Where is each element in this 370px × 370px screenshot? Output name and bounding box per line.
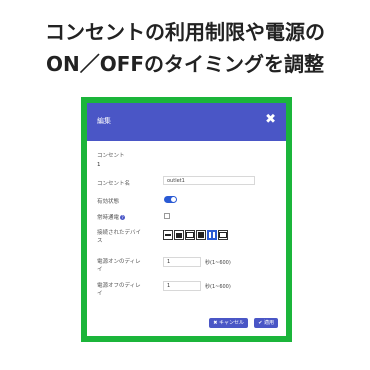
- on-delay-unit: 秒(1~600): [205, 260, 231, 266]
- device-label-line-2: ス: [97, 238, 103, 244]
- screenshot-frame: 編集 ✖ コンセント 1 コンセント名 outlet1 有効状態 常時通電? 接…: [81, 97, 292, 342]
- outlet-value: 1: [97, 162, 101, 168]
- outlet-name-label: コンセント名: [97, 181, 131, 187]
- dialog-header: 編集 ✖: [87, 103, 286, 141]
- outlet-label: コンセント: [97, 153, 125, 159]
- apply-button[interactable]: ✔ 適用: [254, 318, 278, 328]
- close-icon[interactable]: ✖: [265, 112, 276, 128]
- toggle-knob: [171, 197, 176, 202]
- on-delay-row: 電源オンのディレ イ: [97, 257, 141, 273]
- plug-icon[interactable]: [163, 230, 173, 240]
- usage-limit-checkbox[interactable]: [164, 213, 170, 219]
- off-delay-label-line-2: イ: [97, 291, 103, 297]
- usage-limit-label: 常時通電: [97, 215, 120, 221]
- outlet-row: コンセント 1: [97, 151, 125, 168]
- off-delay-row: 電源オフのディレ イ: [97, 281, 141, 297]
- edit-dialog: 編集 ✖ コンセント 1 コンセント名 outlet1 有効状態 常時通電? 接…: [87, 103, 286, 336]
- headline: コンセントの利用制限や電源の ON／OFFのタイミングを調整: [0, 16, 370, 80]
- usage-limit-row: 常時通電?: [97, 213, 126, 221]
- device-row: 接続されたデバイ ス: [97, 228, 141, 244]
- device-label-line-1: 接続されたデバイ: [97, 230, 142, 236]
- on-delay-input[interactable]: 1: [163, 257, 201, 267]
- headline-line-1: コンセントの利用制限や電源の: [45, 20, 325, 44]
- device-icon-group: [163, 230, 229, 240]
- off-delay-label-line-1: 電源オフのディレ: [97, 283, 141, 289]
- cancel-button[interactable]: ✖ キャンセル: [209, 318, 248, 328]
- off-delay-input[interactable]: 1: [163, 281, 201, 291]
- outlet-name-input[interactable]: outlet1: [163, 176, 255, 185]
- enabled-label: 有効状態: [97, 199, 120, 205]
- help-icon[interactable]: ?: [120, 215, 126, 220]
- on-delay-label-line-2: イ: [97, 267, 103, 273]
- off-delay-unit: 秒(1~600): [205, 284, 231, 290]
- headline-line-2: ON／OFFのタイミングを調整: [45, 52, 325, 76]
- dialog-title: 編集: [97, 117, 111, 125]
- router-icon[interactable]: [196, 230, 206, 240]
- printer-icon[interactable]: [185, 230, 195, 240]
- server-icon[interactable]: [174, 230, 184, 240]
- download-icon[interactable]: [207, 230, 217, 240]
- monitor-icon[interactable]: [218, 230, 228, 240]
- enabled-toggle[interactable]: [164, 196, 177, 203]
- on-delay-label-line-1: 電源オンのディレ: [97, 259, 141, 265]
